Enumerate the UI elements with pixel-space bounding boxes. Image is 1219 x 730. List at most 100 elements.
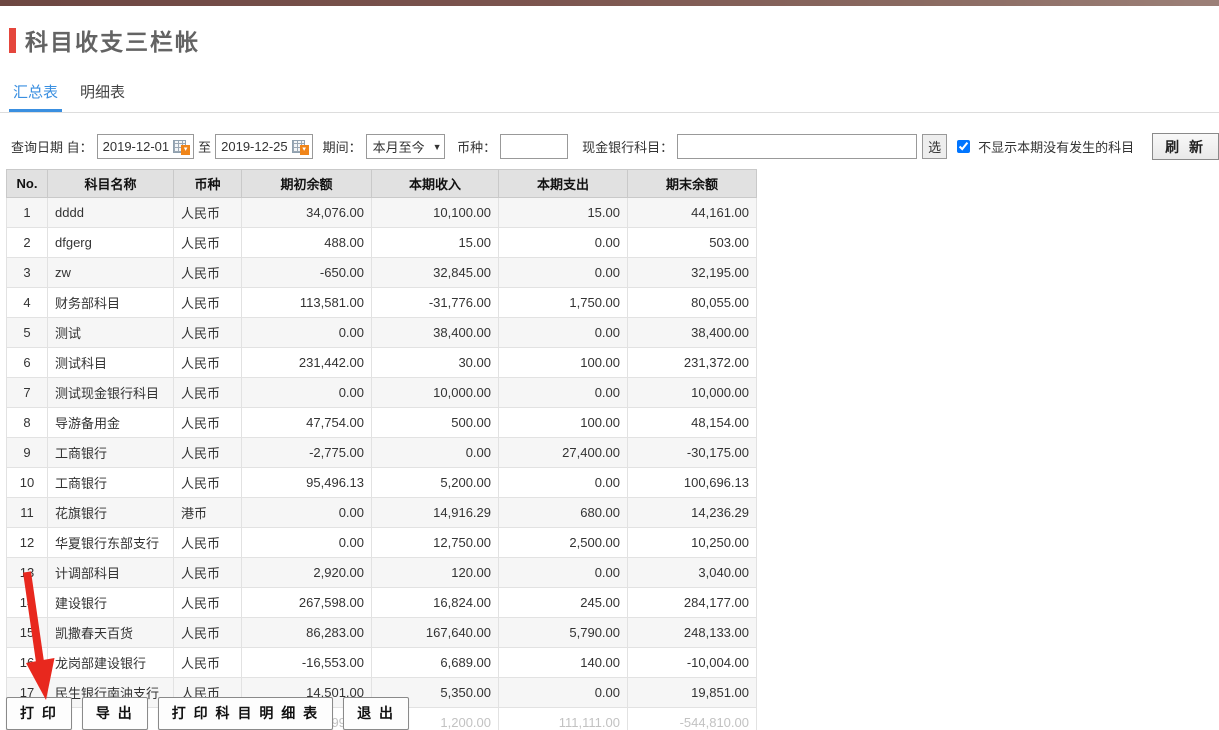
cell-expense: 0.00 <box>499 258 628 288</box>
cell-name: 工商银行 <box>48 438 174 468</box>
cell-opening: 34,076.00 <box>242 198 372 228</box>
cell-currency: 人民币 <box>174 588 242 618</box>
cell-income: 38,400.00 <box>372 318 499 348</box>
cell-income: 14,916.29 <box>372 498 499 528</box>
cell-currency: 人民币 <box>174 318 242 348</box>
cell-name: zw <box>48 258 174 288</box>
cell-currency: 人民币 <box>174 408 242 438</box>
table-row: 13计调部科目人民币2,920.00120.000.003,040.00 <box>7 558 757 588</box>
period-select-value: 本月至今 <box>373 137 425 156</box>
table-row: 15凯撒春天百货人民币86,283.00167,640.005,790.0024… <box>7 618 757 648</box>
cell-no: 14 <box>7 588 48 618</box>
to-label: 至 <box>198 137 211 156</box>
cell-income: 500.00 <box>372 408 499 438</box>
calendar-dropdown-arrow-icon: ▾ <box>181 145 190 155</box>
cell-no: 12 <box>7 528 48 558</box>
cell-currency: 人民币 <box>174 198 242 228</box>
cell-opening: 86,283.00 <box>242 618 372 648</box>
cell-income: 15.00 <box>372 228 499 258</box>
calendar-icon[interactable]: ▾ <box>292 139 309 155</box>
cell-currency: 人民币 <box>174 378 242 408</box>
calendar-icon[interactable]: ▾ <box>173 139 190 155</box>
cell-opening: 113,581.00 <box>242 288 372 318</box>
cell-expense: 0.00 <box>499 228 628 258</box>
period-label: 期间： <box>323 137 362 156</box>
column-header: No. <box>7 170 48 198</box>
cell-opening: 488.00 <box>242 228 372 258</box>
print-button[interactable]: 打 印 <box>6 697 72 730</box>
cell-opening: 47,754.00 <box>242 408 372 438</box>
cell-expense: 1,750.00 <box>499 288 628 318</box>
print-subject-detail-button[interactable]: 打 印 科 目 明 细 表 <box>158 697 333 730</box>
cell-closing: -30,175.00 <box>628 438 757 468</box>
cell-closing: 3,040.00 <box>628 558 757 588</box>
column-header: 币种 <box>174 170 242 198</box>
cell-expense: 0.00 <box>499 468 628 498</box>
cell-closing: 44,161.00 <box>628 198 757 228</box>
cell-no: 10 <box>7 468 48 498</box>
cell-closing: 248,133.00 <box>628 618 757 648</box>
cell-expense: 0.00 <box>499 318 628 348</box>
hide-empty-checkbox[interactable] <box>957 140 970 153</box>
cell-no: 13 <box>7 558 48 588</box>
cell-name: 工商银行 <box>48 468 174 498</box>
cell-income: 10,100.00 <box>372 198 499 228</box>
cell-currency: 人民币 <box>174 618 242 648</box>
cell-name: 测试科目 <box>48 348 174 378</box>
cell-expense: 245.00 <box>499 588 628 618</box>
cell-no: 15 <box>7 618 48 648</box>
cell-currency: 人民币 <box>174 558 242 588</box>
table-row: 5测试人民币0.0038,400.000.0038,400.00 <box>7 318 757 348</box>
cell-currency: 人民币 <box>174 468 242 498</box>
tab-summary[interactable]: 汇总表 <box>9 81 62 112</box>
cell-opening: 0.00 <box>242 498 372 528</box>
cell-opening: 95,496.13 <box>242 468 372 498</box>
cell-opening: 267,598.00 <box>242 588 372 618</box>
refresh-button[interactable]: 刷 新 <box>1152 133 1219 160</box>
title-accent-bar <box>9 28 16 53</box>
table-row: 6测试科目人民币231,442.0030.00100.00231,372.00 <box>7 348 757 378</box>
cell-name: 计调部科目 <box>48 558 174 588</box>
page-header: 科目收支三栏帐 <box>9 23 1219 57</box>
cell-no: 2 <box>7 228 48 258</box>
cell-name: 龙岗部建设银行 <box>48 648 174 678</box>
table-row: 12华夏银行东部支行人民币0.0012,750.002,500.0010,250… <box>7 528 757 558</box>
cell-name: dfgerg <box>48 228 174 258</box>
query-date-label: 查询日期 自： <box>11 137 93 156</box>
cell-opening: 0.00 <box>242 318 372 348</box>
cell-no: 3 <box>7 258 48 288</box>
date-to-field[interactable]: 2019-12-25 ▾ <box>215 134 313 159</box>
cell-name: 建设银行 <box>48 588 174 618</box>
cell-currency: 港币 <box>174 498 242 528</box>
table-row: 8导游备用金人民币47,754.00500.00100.0048,154.00 <box>7 408 757 438</box>
date-from-field[interactable]: 2019-12-01 ▾ <box>97 134 195 159</box>
cell-income: 16,824.00 <box>372 588 499 618</box>
cell-expense: 27,400.00 <box>499 438 628 468</box>
table-row: 11花旗银行港币0.0014,916.29680.0014,236.29 <box>7 498 757 528</box>
cell-closing: 14,236.29 <box>628 498 757 528</box>
cell-name: 财务部科目 <box>48 288 174 318</box>
period-select[interactable]: 本月至今 ▼ <box>366 134 445 159</box>
export-button[interactable]: 导 出 <box>82 697 148 730</box>
cash-bank-input[interactable] <box>677 134 917 159</box>
currency-input[interactable] <box>500 134 568 159</box>
cell-closing: 503.00 <box>628 228 757 258</box>
pick-subject-button[interactable]: 选 <box>922 134 947 159</box>
chevron-down-icon: ▼ <box>433 142 442 152</box>
cell-currency: 人民币 <box>174 348 242 378</box>
cell-opening: -650.00 <box>242 258 372 288</box>
cell-closing: 80,055.00 <box>628 288 757 318</box>
cell-income: -31,776.00 <box>372 288 499 318</box>
tab-detail[interactable]: 明细表 <box>76 81 129 112</box>
exit-button[interactable]: 退 出 <box>343 697 409 730</box>
table-row: 7测试现金银行科目人民币0.0010,000.000.0010,000.00 <box>7 378 757 408</box>
cell-closing: 231,372.00 <box>628 348 757 378</box>
column-header: 本期收入 <box>372 170 499 198</box>
cell-no: 6 <box>7 348 48 378</box>
cell-name: 测试现金银行科目 <box>48 378 174 408</box>
cell-expense: 15.00 <box>499 198 628 228</box>
cell-expense: 100.00 <box>499 408 628 438</box>
cell-no: 8 <box>7 408 48 438</box>
cell-closing: 19,851.00 <box>628 678 757 708</box>
cell-expense: 680.00 <box>499 498 628 528</box>
